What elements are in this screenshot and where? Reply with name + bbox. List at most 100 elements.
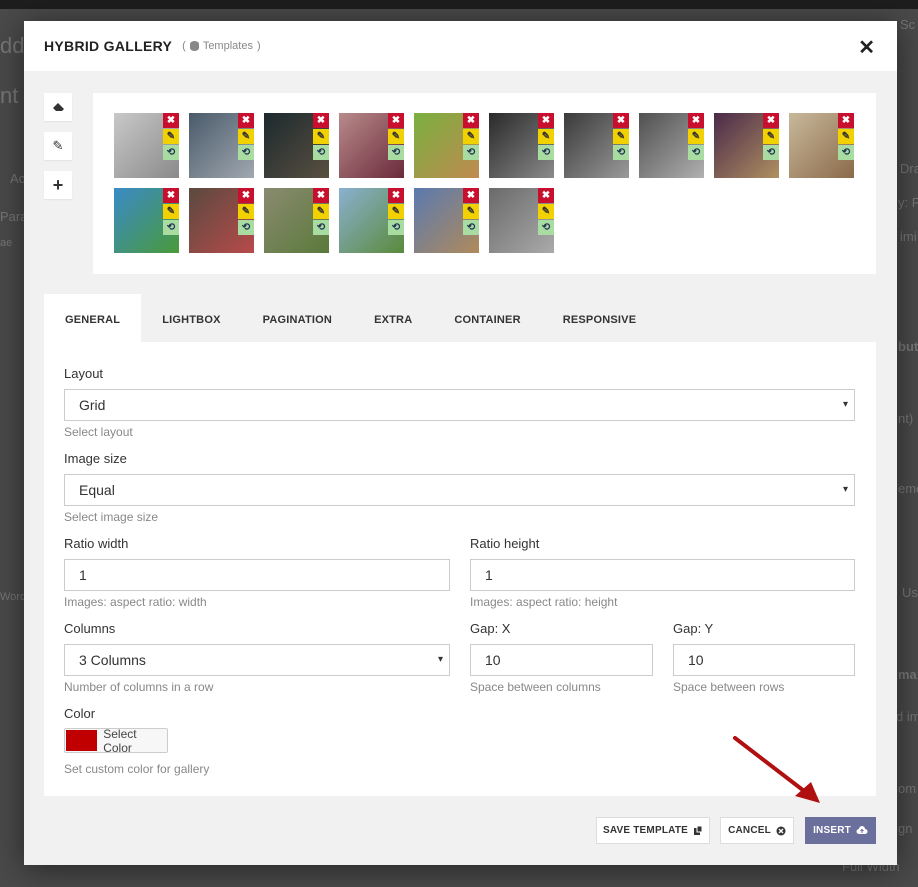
rotate-icon[interactable]: ⟲ [763, 145, 779, 160]
rotate-icon[interactable]: ⟲ [463, 145, 479, 160]
rotate-icon[interactable]: ⟲ [313, 145, 329, 160]
cancel-button[interactable]: CANCEL [720, 817, 794, 844]
tab-extra[interactable]: EXTRA [353, 294, 433, 342]
close-icon[interactable]: ✕ [858, 35, 875, 60]
rotate-icon[interactable]: ⟲ [163, 220, 179, 235]
pencil-icon[interactable]: ✎ [44, 132, 72, 160]
gallery-thumbnail[interactable]: ✖ ✎ ⟲ [789, 113, 854, 178]
gallery-thumbnail[interactable]: ✖ ✎ ⟲ [414, 188, 479, 253]
delete-icon[interactable]: ✖ [538, 188, 554, 203]
rotate-icon[interactable]: ⟲ [388, 145, 404, 160]
gallery-thumbnail[interactable]: ✖ ✎ ⟲ [264, 113, 329, 178]
tab-responsive[interactable]: RESPONSIVE [542, 294, 658, 342]
rotate-icon[interactable]: ⟲ [538, 220, 554, 235]
edit-icon[interactable]: ✎ [388, 129, 404, 144]
columns-select[interactable]: 3 Columns ▾ [64, 644, 450, 676]
edit-icon[interactable]: ✎ [313, 204, 329, 219]
ratio-height-input[interactable]: 1 [470, 559, 855, 591]
eraser-icon[interactable] [44, 93, 72, 121]
rotate-icon[interactable]: ⟲ [238, 220, 254, 235]
delete-icon[interactable]: ✖ [763, 113, 779, 128]
bg-text-fragment: eme [898, 481, 918, 496]
bg-text-fragment: y: P [898, 195, 918, 210]
delete-icon[interactable]: ✖ [613, 113, 629, 128]
gallery-thumbnail[interactable]: ✖ ✎ ⟲ [114, 188, 179, 253]
delete-icon[interactable]: ✖ [163, 188, 179, 203]
gap-y-input[interactable]: 10 [673, 644, 855, 676]
select-color-button[interactable]: Select Color [64, 726, 168, 755]
gallery-thumbnail[interactable]: ✖ ✎ ⟲ [114, 113, 179, 178]
gap-x-help: Space between columns [470, 680, 601, 694]
tab-pagination[interactable]: PAGINATION [242, 294, 353, 342]
gallery-thumbnail[interactable]: ✖ ✎ ⟲ [564, 113, 629, 178]
tab-container[interactable]: CONTAINER [433, 294, 541, 342]
delete-icon[interactable]: ✖ [313, 188, 329, 203]
image-size-help: Select image size [64, 510, 159, 524]
gallery-thumbnail[interactable]: ✖ ✎ ⟲ [264, 188, 329, 253]
color-label: Color [64, 706, 96, 721]
edit-icon[interactable]: ✎ [763, 129, 779, 144]
delete-icon[interactable]: ✖ [388, 113, 404, 128]
edit-icon[interactable]: ✎ [538, 204, 554, 219]
edit-icon[interactable]: ✎ [538, 129, 554, 144]
gap-x-input[interactable]: 10 [470, 644, 653, 676]
gallery-thumbnail[interactable]: ✖ ✎ ⟲ [339, 188, 404, 253]
gallery-thumbnail[interactable]: ✖ ✎ ⟲ [714, 113, 779, 178]
edit-icon[interactable]: ✎ [313, 129, 329, 144]
rotate-icon[interactable]: ⟲ [838, 145, 854, 160]
rotate-icon[interactable]: ⟲ [538, 145, 554, 160]
gallery-thumbnail[interactable]: ✖ ✎ ⟲ [189, 113, 254, 178]
delete-icon[interactable]: ✖ [238, 188, 254, 203]
delete-icon[interactable]: ✖ [688, 113, 704, 128]
edit-icon[interactable]: ✎ [388, 204, 404, 219]
chevron-down-icon: ▾ [437, 654, 443, 665]
edit-icon[interactable]: ✎ [163, 129, 179, 144]
edit-icon[interactable]: ✎ [838, 129, 854, 144]
rotate-icon[interactable]: ⟲ [388, 220, 404, 235]
delete-icon[interactable]: ✖ [463, 113, 479, 128]
edit-icon[interactable]: ✎ [463, 129, 479, 144]
admin-top-bar [0, 0, 918, 9]
delete-icon[interactable]: ✖ [313, 113, 329, 128]
delete-icon[interactable]: ✖ [163, 113, 179, 128]
edit-icon[interactable]: ✎ [613, 129, 629, 144]
edit-icon[interactable]: ✎ [238, 129, 254, 144]
rotate-icon[interactable]: ⟲ [613, 145, 629, 160]
delete-icon[interactable]: ✖ [463, 188, 479, 203]
insert-button[interactable]: INSERT [805, 817, 876, 844]
delete-icon[interactable]: ✖ [838, 113, 854, 128]
gallery-thumbnail[interactable]: ✖ ✎ ⟲ [414, 113, 479, 178]
rotate-icon[interactable]: ⟲ [463, 220, 479, 235]
templates-link[interactable]: ( Templates ) [182, 40, 260, 52]
edit-icon[interactable]: ✎ [163, 204, 179, 219]
bg-text-fragment: nt) [898, 411, 914, 426]
image-size-select[interactable]: Equal ▾ [64, 474, 855, 506]
edit-icon[interactable]: ✎ [463, 204, 479, 219]
gallery-thumbnail[interactable]: ✖ ✎ ⟲ [639, 113, 704, 178]
modal-header: HYBRID GALLERY ( Templates ) ✕ [24, 21, 897, 71]
columns-label: Columns [64, 621, 116, 636]
ratio-width-input[interactable]: 1 [64, 559, 450, 591]
rotate-icon[interactable]: ⟲ [238, 145, 254, 160]
rotate-icon[interactable]: ⟲ [313, 220, 329, 235]
save-template-button[interactable]: SAVE TEMPLATE [596, 817, 710, 844]
delete-icon[interactable]: ✖ [388, 188, 404, 203]
gallery-thumbnail[interactable]: ✖ ✎ ⟲ [489, 188, 554, 253]
bg-text-fragment: dd [0, 33, 25, 58]
bg-text-fragment: gn [898, 821, 913, 836]
edit-icon[interactable]: ✎ [688, 129, 704, 144]
gallery-thumbnail[interactable]: ✖ ✎ ⟲ [489, 113, 554, 178]
rotate-icon[interactable]: ⟲ [163, 145, 179, 160]
gallery-thumbnail[interactable]: ✖ ✎ ⟲ [339, 113, 404, 178]
select-color-label: Select Color [103, 726, 137, 755]
columns-value: 3 Columns [79, 652, 146, 668]
plus-icon[interactable]: + [44, 171, 72, 199]
tab-general[interactable]: GENERAL [44, 294, 142, 342]
tab-lightbox[interactable]: LIGHTBOX [141, 294, 241, 342]
edit-icon[interactable]: ✎ [238, 204, 254, 219]
gallery-thumbnail[interactable]: ✖ ✎ ⟲ [189, 188, 254, 253]
delete-icon[interactable]: ✖ [538, 113, 554, 128]
delete-icon[interactable]: ✖ [238, 113, 254, 128]
layout-select[interactable]: Grid ▾ [64, 389, 855, 421]
rotate-icon[interactable]: ⟲ [688, 145, 704, 160]
